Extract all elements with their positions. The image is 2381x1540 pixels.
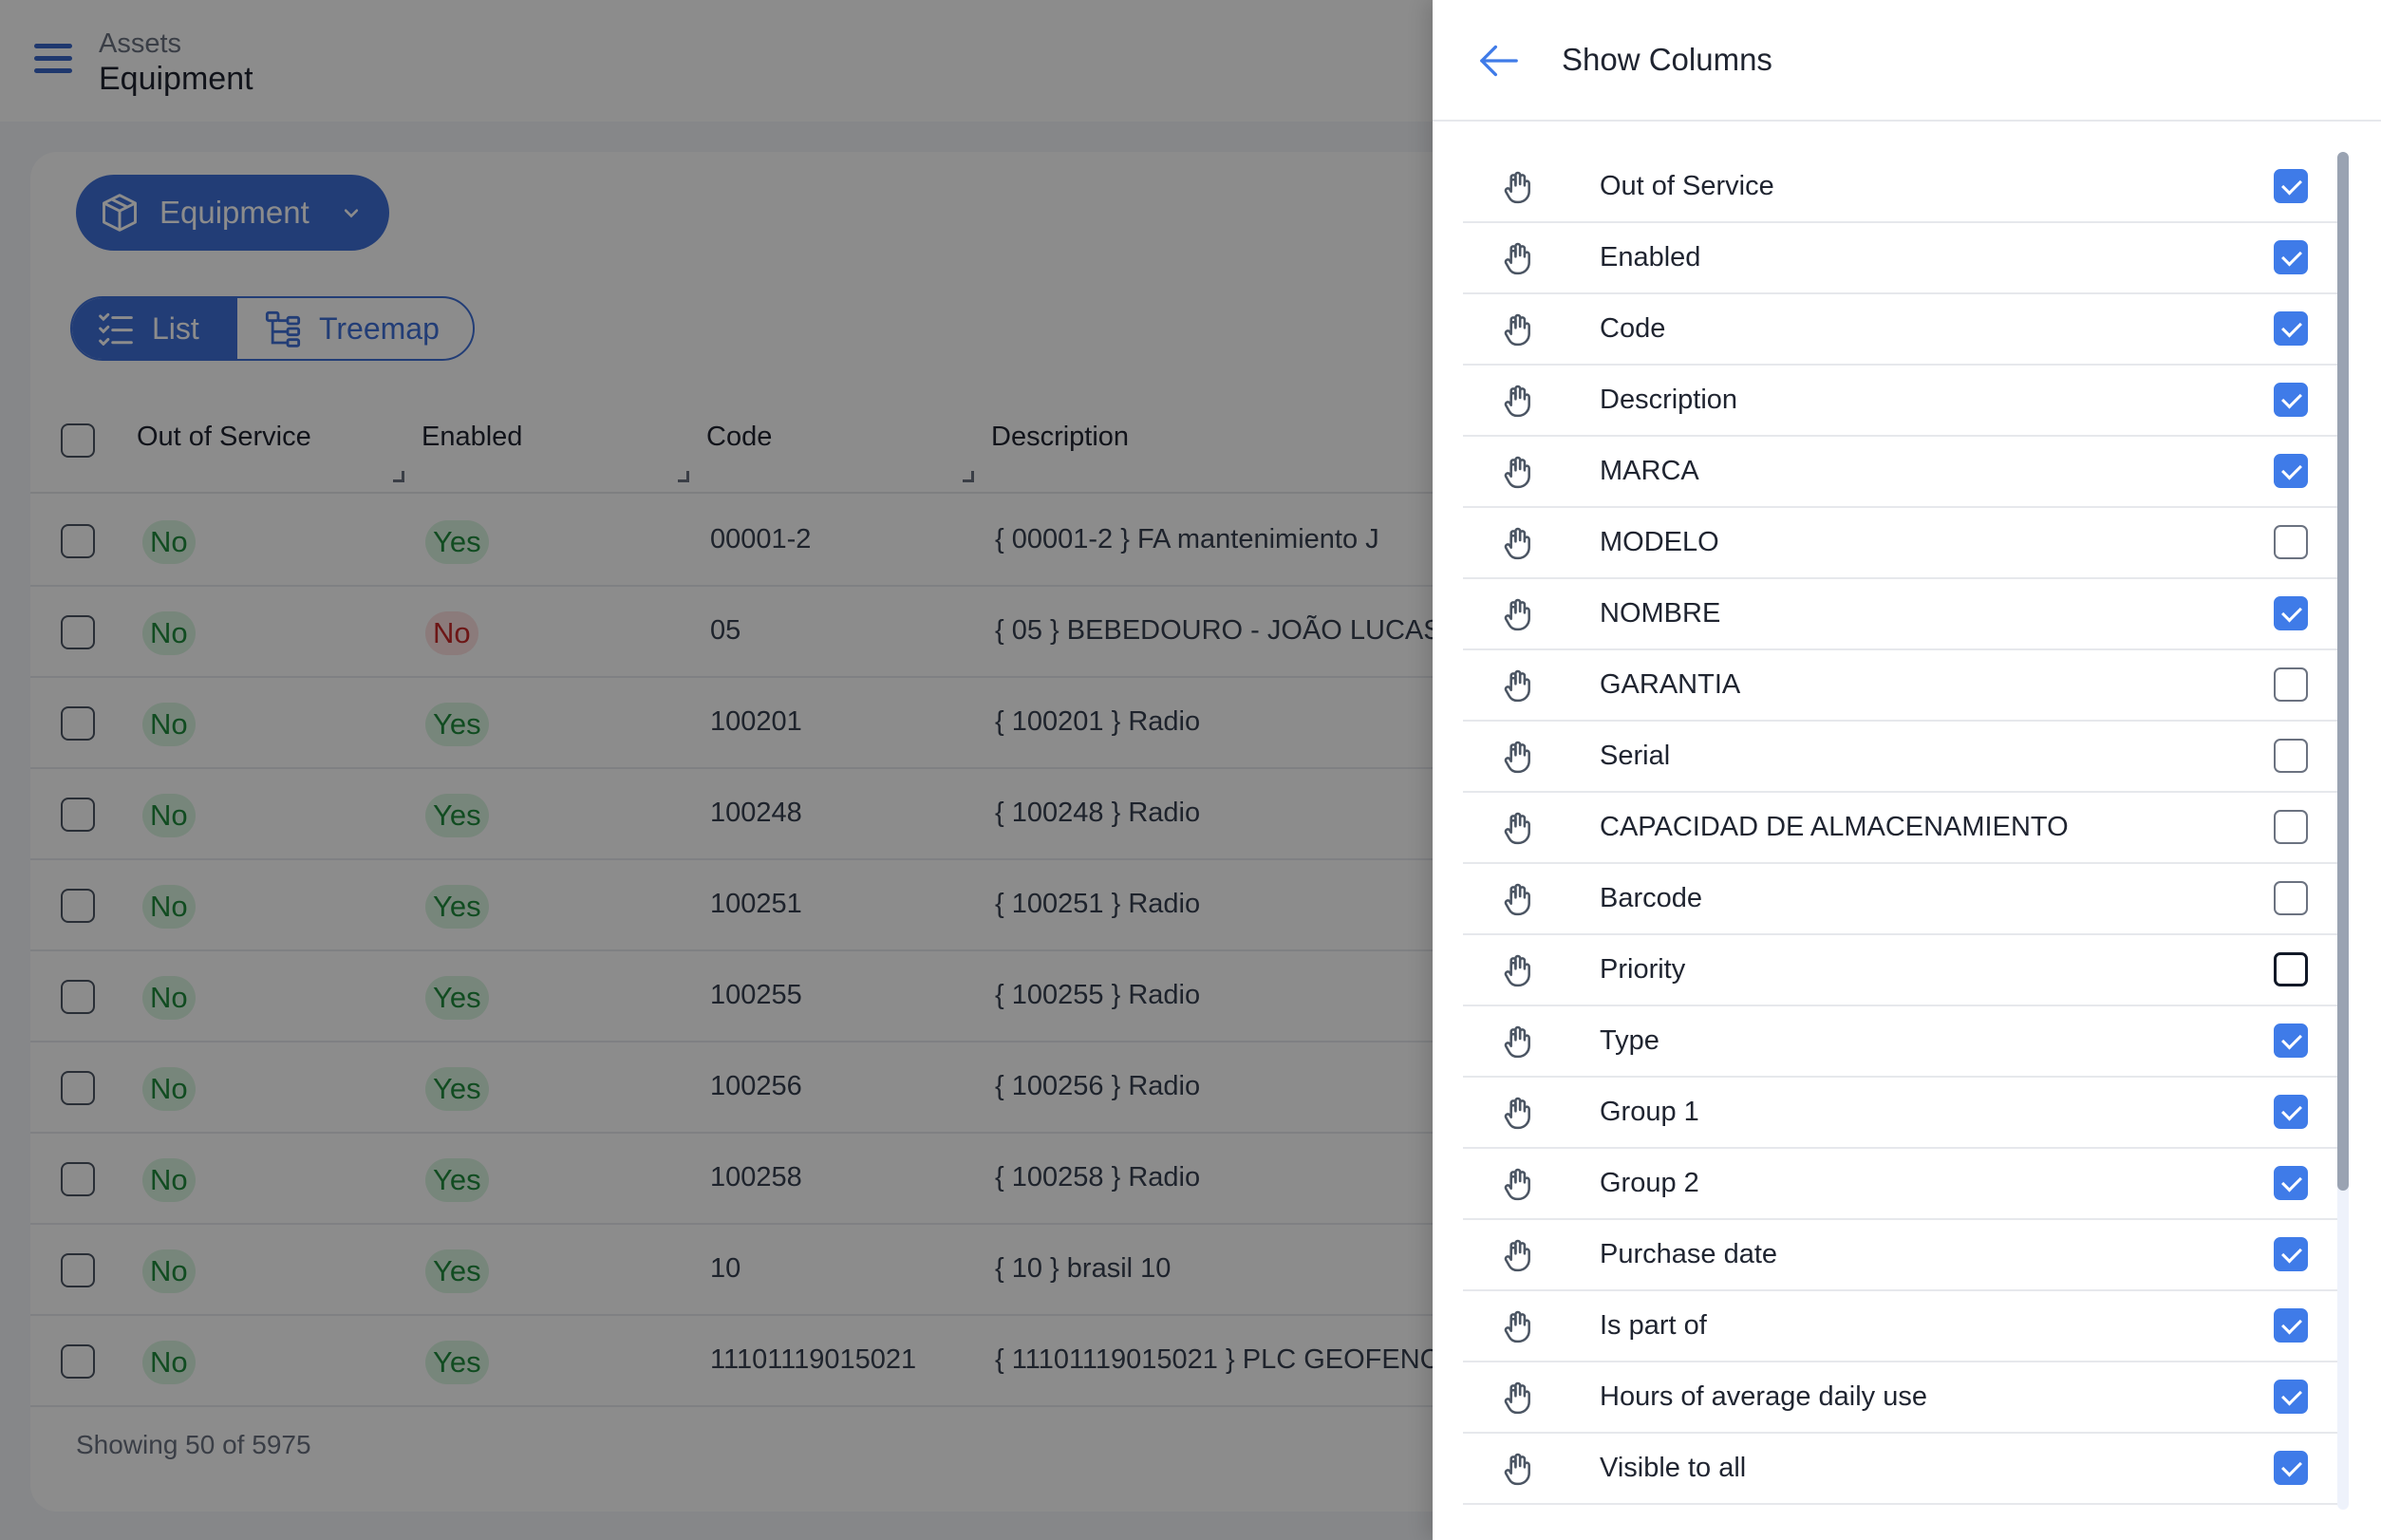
hand-grip-icon[interactable] [1499,1024,1535,1060]
drawer-scrollbar[interactable] [2337,152,2349,1510]
column-visibility-checkbox[interactable] [2274,311,2308,346]
column-option-label: Visible to all [1600,1453,1747,1483]
hand-grip-icon[interactable] [1499,1166,1535,1202]
column-option-label: Hours of average daily use [1600,1381,1927,1412]
hand-grip-icon[interactable] [1499,1380,1535,1416]
column-option[interactable]: CAPACIDAD DE ALMACENAMIENTO [1463,793,2342,864]
column-visibility-checkbox[interactable] [2274,596,2308,630]
column-option[interactable]: Enabled [1463,223,2342,294]
column-option[interactable]: Serial [1463,722,2342,793]
column-option-label: Group 2 [1600,1168,1699,1198]
column-option[interactable]: Priority [1463,935,2342,1006]
hand-grip-icon[interactable] [1499,596,1535,632]
column-option[interactable]: Out of Service [1463,152,2342,223]
column-option-label: GARANTIA [1600,669,1741,700]
column-visibility-checkbox[interactable] [2274,240,2308,274]
drawer-header: Show Columns [1433,0,2381,122]
column-option-label: Purchase date [1600,1239,1778,1269]
hand-grip-icon[interactable] [1499,881,1535,917]
column-option[interactable]: Is part of [1463,1291,2342,1362]
scrollbar-thumb[interactable] [2337,152,2349,1191]
column-option[interactable]: Group 1 [1463,1078,2342,1149]
column-option-label: Is part of [1600,1310,1707,1341]
drawer-title: Show Columns [1562,42,1772,77]
column-option[interactable]: Hours of average daily use [1463,1362,2342,1434]
column-option[interactable]: NOMBRE [1463,579,2342,650]
column-option[interactable]: MARCA [1463,437,2342,508]
column-option-label: MARCA [1600,456,1699,486]
column-option-label: Serial [1600,741,1671,771]
column-visibility-checkbox[interactable] [2274,383,2308,417]
column-visibility-checkbox[interactable] [2274,454,2308,488]
column-option[interactable]: Visible to all [1463,1434,2342,1505]
column-visibility-checkbox[interactable] [2274,1237,2308,1271]
column-option-label: Enabled [1600,242,1701,272]
column-option[interactable]: Type [1463,1006,2342,1078]
hand-grip-icon[interactable] [1499,454,1535,490]
hand-grip-icon[interactable] [1499,739,1535,775]
hand-grip-icon[interactable] [1499,311,1535,347]
show-columns-drawer: Show Columns Out of Service Enabled Code De… [1433,0,2381,1540]
column-visibility-checkbox[interactable] [2274,1308,2308,1343]
column-option[interactable]: Barcode [1463,864,2342,935]
hand-grip-icon[interactable] [1499,952,1535,988]
column-visibility-checkbox[interactable] [2274,169,2308,203]
hand-grip-icon[interactable] [1499,1095,1535,1131]
hand-grip-icon[interactable] [1499,667,1535,704]
column-option-label: Code [1600,313,1666,344]
hand-grip-icon[interactable] [1499,383,1535,419]
hand-grip-icon[interactable] [1499,1451,1535,1487]
column-option-label: Priority [1600,954,1686,985]
column-visibility-checkbox[interactable] [2274,810,2308,844]
hand-grip-icon[interactable] [1499,1237,1535,1273]
column-option[interactable]: Purchase date [1463,1220,2342,1291]
column-option-label: Out of Service [1600,171,1774,201]
column-visibility-checkbox[interactable] [2274,667,2308,702]
column-visibility-checkbox[interactable] [2274,1024,2308,1058]
hand-grip-icon[interactable] [1499,169,1535,205]
column-option[interactable]: Code [1463,294,2342,366]
column-visibility-checkbox[interactable] [2274,1095,2308,1129]
hand-grip-icon[interactable] [1499,810,1535,846]
column-visibility-checkbox[interactable] [2274,1166,2308,1200]
column-option-label: Type [1600,1025,1659,1056]
column-option[interactable]: Group 2 [1463,1149,2342,1220]
column-option-label: NOMBRE [1600,598,1721,629]
column-visibility-checkbox[interactable] [2274,881,2308,915]
hand-grip-icon[interactable] [1499,1308,1535,1344]
column-visibility-checkbox[interactable] [2274,952,2308,986]
column-option-label: Description [1600,385,1738,415]
column-visibility-checkbox[interactable] [2274,739,2308,773]
column-option[interactable]: MODELO [1463,508,2342,579]
hand-grip-icon[interactable] [1499,525,1535,561]
column-visibility-checkbox[interactable] [2274,1380,2308,1414]
column-visibility-checkbox[interactable] [2274,1451,2308,1485]
column-option[interactable]: Description [1463,366,2342,437]
column-option-label: CAPACIDAD DE ALMACENAMIENTO [1600,812,2069,842]
arrow-left-icon[interactable] [1478,42,1520,80]
column-visibility-checkbox[interactable] [2274,525,2308,559]
column-option-label: Barcode [1600,883,1703,913]
column-option-label: MODELO [1600,527,1719,557]
column-list: Out of Service Enabled Code Description MARC… [1463,152,2342,1505]
hand-grip-icon[interactable] [1499,240,1535,276]
column-option-label: Group 1 [1600,1097,1699,1127]
column-option[interactable]: GARANTIA [1463,650,2342,722]
